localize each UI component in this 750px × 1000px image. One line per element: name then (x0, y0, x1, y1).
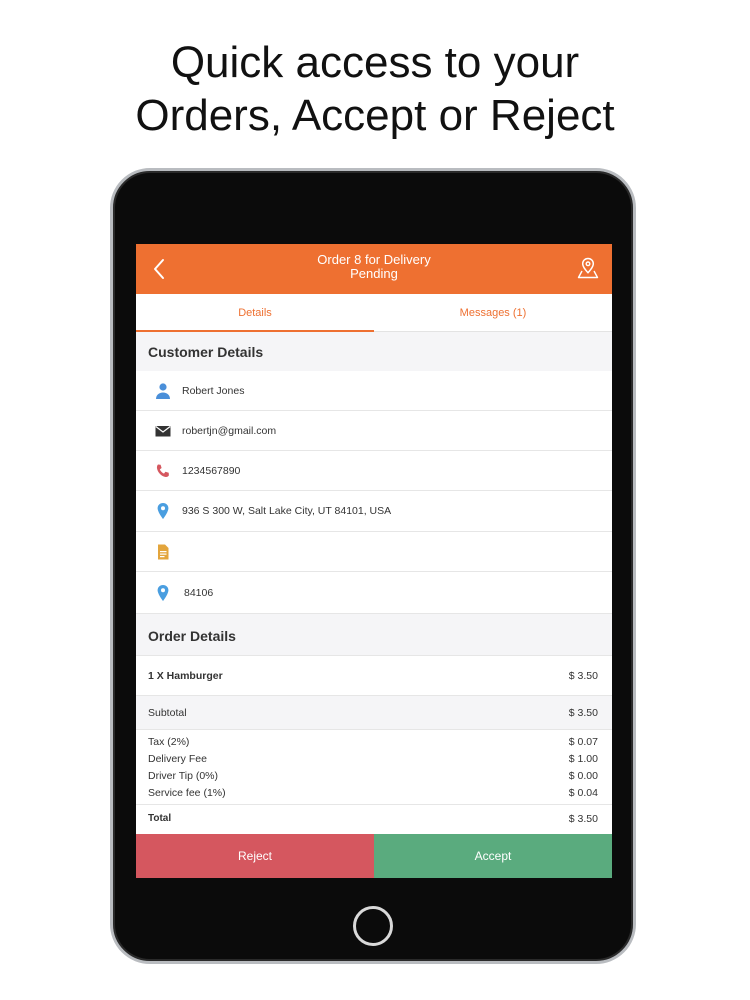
headline-line-2: Orders, Accept or Reject (135, 91, 615, 140)
accept-button[interactable]: Accept (374, 834, 612, 878)
headline-line-1: Quick access to your (170, 38, 580, 87)
order-item-label: 1 X Hamburger (148, 670, 223, 682)
location-pin-icon (157, 503, 169, 519)
tax-label: Tax (2%) (148, 736, 190, 748)
service-fee-value: $ 0.04 (568, 787, 598, 799)
person-icon (156, 383, 170, 399)
delivery-fee-value: $ 1.00 (568, 753, 598, 765)
tax-value: $ 0.07 (568, 736, 598, 748)
marketing-headline: Quick access to your Orders, Accept or R… (0, 36, 750, 142)
phone-icon (156, 464, 169, 478)
customer-address: 936 S 300 W, Salt Lake City, UT 84101, U… (182, 505, 392, 517)
tab-details[interactable]: Details (136, 294, 374, 332)
driver-tip-value: $ 0.00 (568, 770, 598, 782)
customer-name-row: Robert Jones (136, 371, 612, 411)
customer-phone-row: 1234567890 (136, 451, 612, 491)
total-row: Total $ 3.50 (136, 805, 612, 834)
customer-note-row (136, 532, 612, 572)
service-fee-label: Service fee (1%) (148, 787, 226, 799)
chevron-left-icon[interactable] (150, 257, 170, 281)
customer-email-row: robertjn@gmail.com (136, 411, 612, 451)
total-label: Total (148, 813, 172, 824)
envelope-icon (155, 426, 171, 437)
tab-bar: Details Messages (1) (136, 294, 612, 332)
tab-messages[interactable]: Messages (1) (374, 294, 612, 332)
subtotal-label: Subtotal (148, 707, 187, 719)
subtotal-value: $ 3.50 (568, 707, 598, 719)
fees-block: Tax (2%) $ 0.07 Delivery Fee $ 1.00 Driv… (136, 730, 612, 805)
order-item-price: $ 3.50 (568, 670, 598, 682)
order-title-line-1: Order 8 for Delivery (317, 252, 431, 267)
customer-name: Robert Jones (182, 385, 245, 397)
delivery-fee-label: Delivery Fee (148, 753, 207, 765)
customer-email[interactable]: robertjn@gmail.com (182, 411, 276, 451)
reject-button[interactable]: Reject (136, 834, 374, 878)
customer-phone[interactable]: 1234567890 (182, 451, 240, 491)
home-button[interactable] (353, 906, 393, 946)
location-pin-icon (157, 585, 169, 601)
customer-zip: 84106 (184, 587, 214, 599)
customer-details-heading: Customer Details (136, 332, 612, 372)
order-title: Order 8 for Delivery Pending (196, 253, 552, 281)
total-value: $ 3.50 (568, 813, 598, 825)
customer-address-row: 936 S 300 W, Salt Lake City, UT 84101, U… (136, 491, 612, 532)
app-bar: Order 8 for Delivery Pending (136, 244, 612, 294)
order-item-row: 1 X Hamburger $ 3.50 (136, 656, 612, 696)
app-screen: Order 8 for Delivery Pending Details Mes… (136, 244, 612, 878)
order-status: Pending (350, 266, 398, 281)
subtotal-row: Subtotal $ 3.50 (136, 696, 612, 730)
order-details-heading: Order Details (136, 614, 612, 656)
driver-tip-label: Driver Tip (0%) (148, 770, 219, 782)
customer-zip-row: 84106 (136, 572, 612, 614)
document-icon (158, 544, 169, 560)
map-pin-icon[interactable] (576, 256, 600, 280)
